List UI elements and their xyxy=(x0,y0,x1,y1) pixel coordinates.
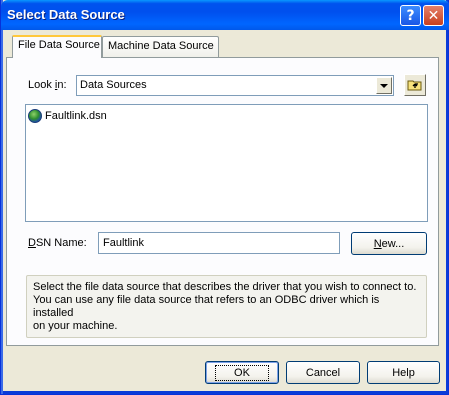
list-item[interactable]: Faultlink.dsn xyxy=(28,109,107,123)
description-line: on your machine. xyxy=(33,320,118,332)
cancel-button[interactable]: Cancel xyxy=(286,361,360,384)
dsn-name-field[interactable]: Faultlink xyxy=(98,232,340,254)
description-box: Select the file data source that describ… xyxy=(26,275,427,338)
tab-label: File Data Source xyxy=(18,39,100,51)
look-in-value: Data Sources xyxy=(80,79,147,91)
description-line: Select the file data source that describ… xyxy=(33,281,417,293)
tab-label: Machine Data Source xyxy=(108,40,214,52)
file-list[interactable]: Faultlink.dsn xyxy=(25,104,428,222)
new-button[interactable]: New... xyxy=(351,232,427,255)
close-icon[interactable]: ✕ xyxy=(423,5,444,26)
up-folder-button[interactable] xyxy=(404,74,426,96)
chevron-down-icon[interactable] xyxy=(376,77,392,94)
window-title: Select Data Source xyxy=(7,7,125,22)
look-in-dropdown[interactable]: Data Sources xyxy=(76,75,394,96)
help-icon[interactable]: ? xyxy=(400,5,421,26)
ok-button-label: OK xyxy=(215,364,269,381)
help-button-label: Help xyxy=(392,366,415,379)
tab-machine-data-source[interactable]: Machine Data Source xyxy=(102,36,219,57)
description-line: You can use any file data source that re… xyxy=(33,294,380,319)
dsn-name-label: DSN Name: xyxy=(28,237,87,249)
tab-file-data-source[interactable]: File Data Source xyxy=(12,35,102,58)
dsn-name-value: Faultlink xyxy=(103,237,144,249)
ok-button[interactable]: OK xyxy=(205,361,279,384)
help-button[interactable]: Help xyxy=(367,361,440,384)
cancel-button-label: Cancel xyxy=(305,366,341,379)
new-button-label: New... xyxy=(373,237,405,250)
look-in-label: Look in: xyxy=(28,79,67,91)
title-bar[interactable]: Select Data Source ? ✕ xyxy=(1,0,449,30)
select-data-source-dialog: Select Data Source ? ✕ File Data Source … xyxy=(0,0,449,395)
file-name: Faultlink.dsn xyxy=(45,110,107,122)
globe-icon xyxy=(28,109,42,123)
folder-up-icon xyxy=(407,80,422,91)
